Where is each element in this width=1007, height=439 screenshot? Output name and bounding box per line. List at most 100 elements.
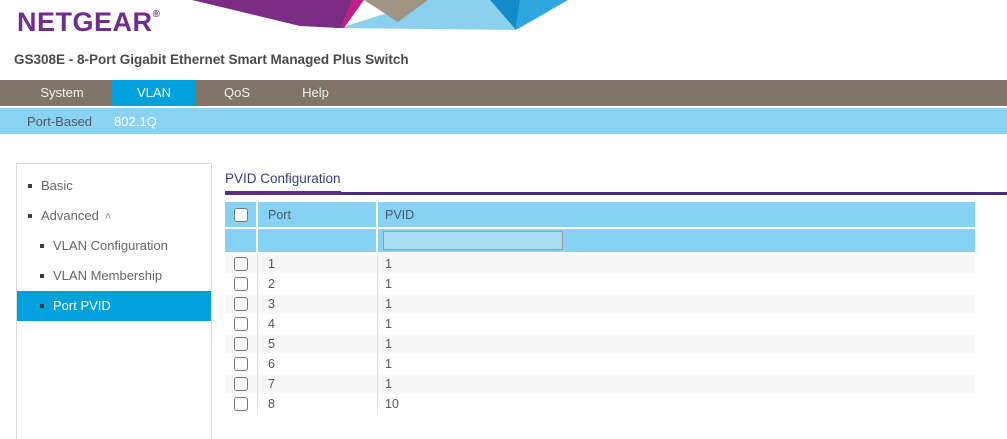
- row-cell-pvid: 1: [378, 314, 975, 334]
- pvid-value: 1: [385, 377, 392, 391]
- row-checkbox[interactable]: [234, 277, 248, 291]
- sidebar-item-advanced[interactable]: Advanced ˄: [17, 201, 211, 231]
- header-cell-pvid: PVID: [378, 202, 975, 227]
- table-row[interactable]: 4 1: [225, 314, 975, 334]
- pvid-value: 1: [385, 297, 392, 311]
- collapse-caret-icon: ˄: [105, 211, 111, 223]
- table-header-row: Port PVID: [225, 202, 975, 227]
- row-checkbox[interactable]: [234, 357, 248, 371]
- row-cell-port: 6: [258, 354, 378, 374]
- netgear-logo-text: NETGEAR: [17, 7, 153, 37]
- tab-vlan[interactable]: VLAN: [112, 80, 196, 106]
- row-checkbox[interactable]: [234, 397, 248, 411]
- port-value: 3: [268, 297, 275, 311]
- filter-cell-select: [225, 229, 258, 252]
- row-checkbox[interactable]: [234, 317, 248, 331]
- port-value: 1: [268, 257, 275, 271]
- table-row[interactable]: 3 1: [225, 294, 975, 314]
- row-checkbox[interactable]: [234, 297, 248, 311]
- pvid-filter-input[interactable]: [383, 231, 563, 250]
- sidebar-item-label: Port PVID: [53, 298, 111, 313]
- column-header-pvid: PVID: [385, 208, 414, 222]
- row-cell-pvid: 1: [378, 274, 975, 294]
- row-cell-select: [225, 394, 258, 414]
- port-value: 6: [268, 357, 275, 371]
- bullet-icon: [28, 184, 32, 188]
- sidebar-item-vlan-membership[interactable]: VLAN Membership: [17, 261, 211, 291]
- select-all-checkbox[interactable]: [234, 208, 248, 222]
- row-cell-port: 5: [258, 334, 378, 354]
- port-value: 7: [268, 377, 275, 391]
- nav-spacer: [0, 80, 12, 106]
- vlan-subnav: Port-Based 802.1Q: [0, 108, 1007, 134]
- row-cell-select: [225, 254, 258, 274]
- sidebar-item-label: Advanced: [41, 208, 99, 223]
- pvid-value: 1: [385, 277, 392, 291]
- pvid-value: 1: [385, 357, 392, 371]
- pvid-table: Port PVID 1 1: [225, 202, 975, 414]
- device-title: GS308E - 8-Port Gigabit Ethernet Smart M…: [14, 52, 409, 67]
- pvid-value: 1: [385, 257, 392, 271]
- port-value: 5: [268, 337, 275, 351]
- row-cell-select: [225, 274, 258, 294]
- pvid-value: 10: [385, 397, 399, 411]
- table-filter-row: [225, 229, 975, 252]
- page-title: PVID Configuration: [225, 171, 341, 195]
- table-row[interactable]: 5 1: [225, 334, 975, 354]
- row-cell-port: 1: [258, 254, 378, 274]
- row-cell-pvid: 1: [378, 254, 975, 274]
- sidebar-item-basic[interactable]: Basic: [17, 171, 211, 201]
- pvid-value: 1: [385, 317, 392, 331]
- column-header-port: Port: [268, 208, 291, 222]
- row-cell-select: [225, 334, 258, 354]
- row-cell-pvid: 10: [378, 394, 975, 414]
- subnav-item-8021q[interactable]: 802.1Q: [114, 114, 157, 129]
- main-content: PVID Configuration Port PVID: [225, 170, 1007, 414]
- row-cell-port: 3: [258, 294, 378, 314]
- nav-filler: [355, 80, 1007, 106]
- table-row[interactable]: 7 1: [225, 374, 975, 394]
- row-cell-pvid: 1: [378, 374, 975, 394]
- row-checkbox[interactable]: [234, 377, 248, 391]
- sidebar-item-label: VLAN Configuration: [53, 238, 168, 253]
- row-cell-select: [225, 374, 258, 394]
- row-cell-pvid: 1: [378, 354, 975, 374]
- tab-system[interactable]: System: [14, 80, 110, 106]
- row-checkbox[interactable]: [234, 337, 248, 351]
- row-checkbox[interactable]: [234, 257, 248, 271]
- port-value: 8: [268, 397, 275, 411]
- table-row[interactable]: 8 10: [225, 394, 975, 414]
- section-title-bar: PVID Configuration: [225, 170, 1007, 195]
- netgear-logo: NETGEAR®: [17, 7, 160, 38]
- bullet-icon: [28, 214, 32, 218]
- row-cell-select: [225, 354, 258, 374]
- tab-qos[interactable]: QoS: [198, 80, 276, 106]
- row-cell-port: 2: [258, 274, 378, 294]
- row-cell-port: 7: [258, 374, 378, 394]
- header-cell-select: [225, 202, 258, 227]
- sidebar-item-label: Basic: [41, 178, 73, 193]
- page: NETGEAR® GS308E - 8-Port Gigabit Etherne…: [0, 0, 1007, 439]
- table-row[interactable]: 1 1: [225, 254, 975, 274]
- sidebar-item-vlan-configuration[interactable]: VLAN Configuration: [17, 231, 211, 261]
- registered-trademark: ®: [153, 9, 161, 20]
- bullet-icon: [40, 304, 44, 308]
- header-cell-port: Port: [258, 202, 378, 227]
- sidebar-item-label: VLAN Membership: [53, 268, 162, 283]
- table-row[interactable]: 2 1: [225, 274, 975, 294]
- main-nav: System VLAN QoS Help: [0, 80, 1007, 106]
- filter-cell-port: [258, 229, 378, 252]
- table-body: 1 1 2 1 3 1 4 1: [225, 254, 975, 414]
- port-value: 4: [268, 317, 275, 331]
- sidebar-item-port-pvid[interactable]: Port PVID: [17, 291, 211, 321]
- pvid-value: 1: [385, 337, 392, 351]
- table-row[interactable]: 6 1: [225, 354, 975, 374]
- sidebar-menu: Basic Advanced ˄ VLAN Configuration VLAN …: [16, 163, 212, 439]
- subnav-item-port-based[interactable]: Port-Based: [27, 114, 92, 129]
- bullet-icon: [40, 274, 44, 278]
- row-cell-pvid: 1: [378, 334, 975, 354]
- port-value: 2: [268, 277, 275, 291]
- row-cell-pvid: 1: [378, 294, 975, 314]
- row-cell-port: 8: [258, 394, 378, 414]
- tab-help[interactable]: Help: [278, 80, 353, 106]
